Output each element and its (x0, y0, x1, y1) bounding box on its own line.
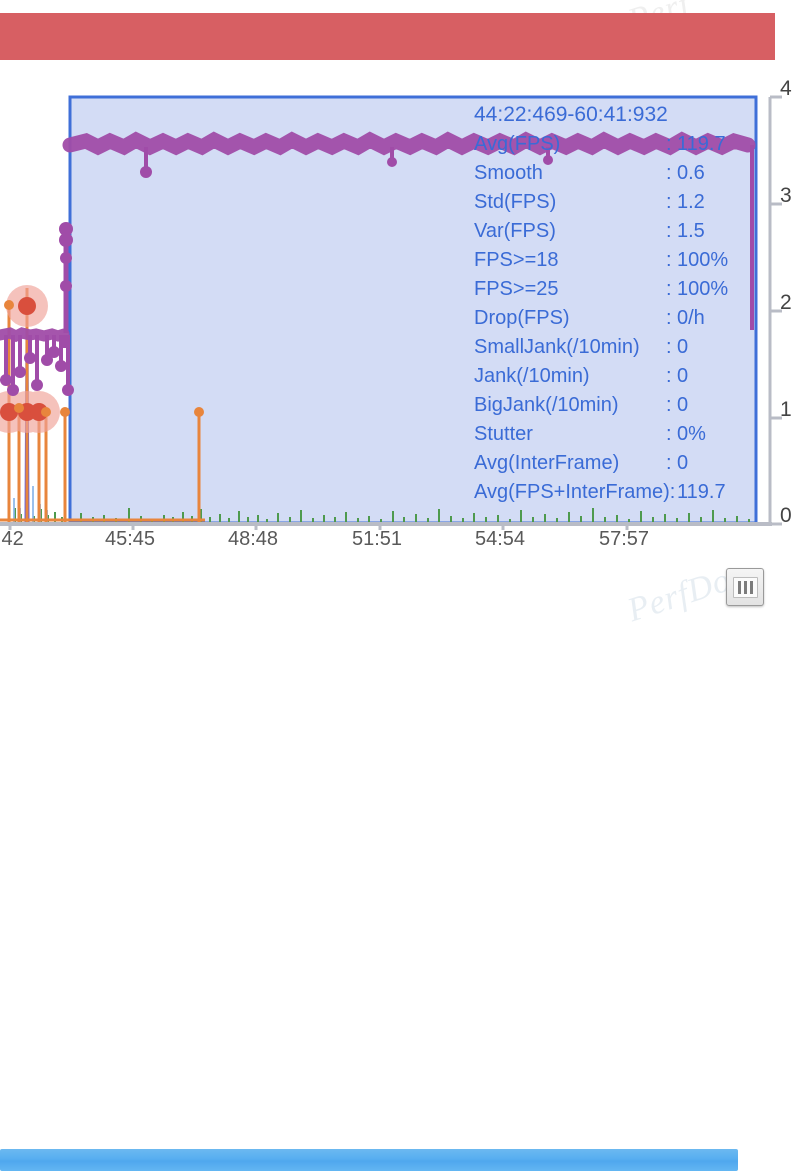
timeline-scrollbar-track[interactable] (0, 573, 812, 1171)
stat-value: 119.7 (677, 133, 726, 155)
stat-row-var-fps: Var(FPS) : 1.5 (474, 217, 752, 246)
stat-value: 1.2 (677, 191, 705, 213)
stat-separator: : (666, 394, 672, 416)
y-tick-label-3: 3 (780, 184, 792, 207)
stat-separator: : (666, 133, 672, 155)
stat-key: SmallJank(/10min) (474, 336, 640, 358)
stat-value: 0.6 (677, 162, 705, 184)
stats-time-range: 44:22:469-60:41:932 (474, 103, 668, 126)
stat-key: Avg(FPS+InterFrame): (474, 481, 676, 503)
x-tick-label-1: 45:45 (105, 528, 156, 550)
stat-row-jank: Jank(/10min) : 0 (474, 362, 752, 391)
stat-separator: : (666, 336, 672, 358)
stat-separator: : (666, 423, 672, 445)
stat-separator: : (666, 249, 672, 271)
stat-row-big-jank: BigJank(/10min) : 0 (474, 391, 752, 420)
stat-key: Drop(FPS) (474, 307, 570, 329)
stat-key: Var(FPS) (474, 220, 556, 242)
stat-separator: : (666, 162, 672, 184)
stat-separator: : (666, 220, 672, 242)
stat-value: 0 (677, 394, 689, 416)
stat-value: 0 (677, 336, 689, 358)
stat-row-small-jank: SmallJank(/10min) : 0 (474, 333, 752, 362)
stat-key: Avg(InterFrame) (474, 452, 620, 474)
stat-key: Smooth (474, 162, 543, 184)
x-tick-label-5: 57:57 (599, 528, 650, 550)
stat-separator: : (666, 365, 672, 387)
selection-stats-panel: 44:22:469-60:41:932 Avg(FPS) : 119.7 Smo… (474, 100, 752, 507)
x-tick-label-0: :42 (0, 528, 24, 550)
stat-value: 119.7 (677, 481, 726, 503)
stat-value: 0/h (677, 307, 705, 329)
x-tick-label-2: 48:48 (228, 528, 279, 550)
stat-value: 100% (677, 278, 729, 300)
stat-value: 0% (677, 423, 706, 445)
grip-handle-icon (732, 576, 758, 598)
stat-separator: : (666, 307, 672, 329)
stat-key: FPS>=25 (474, 278, 559, 300)
y-tick-label-0: 0 (780, 504, 792, 527)
stat-key: Stutter (474, 423, 533, 445)
stat-key: FPS>=18 (474, 249, 559, 271)
y-tick-label-2: 2 (780, 291, 792, 314)
timeline-grip-button[interactable] (726, 568, 764, 606)
stat-value: 100% (677, 249, 729, 271)
stat-row-avg-fps: Avg(FPS) : 119.7 (474, 130, 752, 159)
timeline-scrollbar-thumb[interactable] (0, 1149, 738, 1171)
stat-separator: : (666, 278, 672, 300)
y-axis-labels: 4 3 2 1 0 (780, 77, 812, 530)
stat-row-fps-ge-18: FPS>=18 : 100% (474, 246, 752, 275)
stat-row-std-fps: Std(FPS) : 1.2 (474, 188, 752, 217)
y-tick-label-1: 1 (780, 398, 792, 421)
y-tick-label-4: 4 (780, 77, 792, 100)
stat-value: 0 (677, 365, 689, 387)
stat-value: 1.5 (677, 220, 705, 242)
stat-separator: : (666, 452, 672, 474)
stat-row-avg-fps-interframe: Avg(FPS+InterFrame): 119.7 (474, 478, 752, 507)
stat-value: 0 (677, 452, 689, 474)
x-tick-label-3: 51:51 (352, 528, 403, 550)
x-tick-label-4: 54:54 (475, 528, 526, 550)
stat-row-stutter: Stutter : 0% (474, 420, 752, 449)
stat-row-smooth: Smooth : 0.6 (474, 159, 752, 188)
alert-bar (0, 13, 775, 60)
stat-row-fps-ge-25: FPS>=25 : 100% (474, 275, 752, 304)
stat-separator: : (666, 191, 672, 213)
x-axis-labels: :42 45:45 48:48 51:51 54:54 57:57 (0, 528, 812, 558)
stat-key: Avg(FPS) (474, 133, 561, 155)
stat-key: BigJank(/10min) (474, 394, 619, 416)
stat-row-drop-fps: Drop(FPS) : 0/h (474, 304, 752, 333)
stat-key: Jank(/10min) (474, 365, 590, 387)
perfdog-chart-screen: Perf (0, 0, 812, 1171)
stat-row-avg-interframe: Avg(InterFrame) : 0 (474, 449, 752, 478)
stat-key: Std(FPS) (474, 191, 557, 213)
